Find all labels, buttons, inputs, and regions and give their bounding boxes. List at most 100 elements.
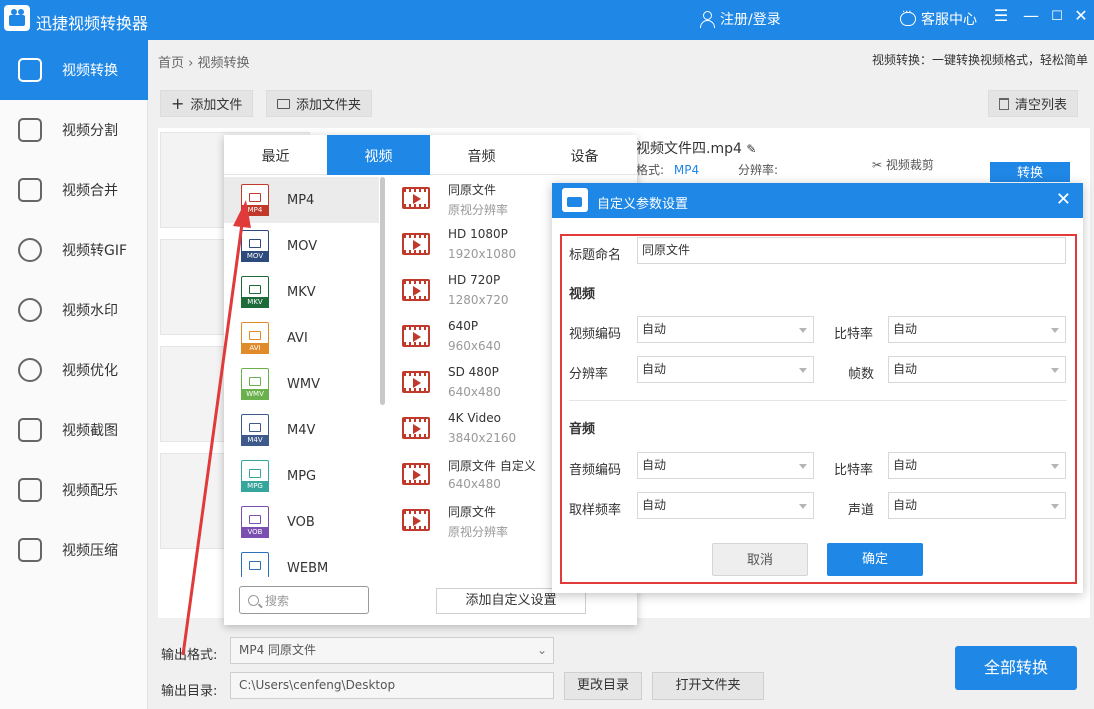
film-icon (402, 187, 430, 209)
format-label: MOV (287, 238, 318, 254)
tab-recent[interactable]: 最近 (224, 135, 327, 175)
sidebar-item-convert[interactable]: 视频转换 (0, 40, 148, 100)
audio-bitrate-select[interactable]: 自动 (888, 452, 1066, 479)
dialog-close-icon[interactable]: ✕ (1056, 189, 1071, 210)
breadcrumb-home[interactable]: 首页 (158, 56, 184, 71)
audio-bitrate-label: 比特率 (834, 463, 874, 478)
output-dir-label: 输出目录: (161, 684, 218, 699)
page-hint: 视频转换：一键转换视频格式，轻松简单 (871, 53, 1088, 67)
sample-rate-select[interactable]: 自动 (637, 492, 814, 519)
fps-select[interactable]: 自动 (888, 356, 1066, 383)
tab-audio[interactable]: 音频 (430, 135, 533, 175)
close-icon[interactable]: ✕ (1070, 6, 1092, 25)
format-label: MKV (287, 284, 316, 300)
video-bitrate-label: 比特率 (834, 327, 874, 342)
preset-name: 同原文件 (448, 183, 497, 197)
output-format-select[interactable]: MP4 同原文件 ⌄ (230, 637, 554, 664)
change-dir-button[interactable]: 更改目录 (564, 672, 642, 700)
format-item-mov[interactable]: MOV MOV (224, 223, 379, 269)
sidebar-item-split[interactable]: 视频分割 (0, 100, 148, 160)
preset-item[interactable]: HD 1080P 1920x1080 (400, 223, 560, 269)
open-folder-button[interactable]: 打开文件夹 (652, 672, 764, 700)
format-item-mpg[interactable]: MPG MPG (224, 453, 379, 499)
tab-device[interactable]: 设备 (533, 135, 636, 175)
preset-resolution: 1280x720 (448, 293, 509, 307)
sidebar-item-label: 视频转换 (62, 63, 118, 79)
format-list: MP4 MP4 MOV MOV MKV MKV AVI AVI WMV WMV … (224, 177, 382, 577)
title-name-input[interactable]: 同原文件 (637, 237, 1066, 264)
app-title: 迅捷视频转换器 (36, 14, 149, 33)
format-item-avi[interactable]: AVI AVI (224, 315, 379, 361)
sidebar-item-gif[interactable]: 视频转GIF (0, 220, 148, 280)
preset-name: 4K Video (448, 411, 501, 425)
output-dir-field[interactable]: C:\Users\cenfeng\Desktop (230, 672, 554, 699)
sidebar-item-compress[interactable]: 视频压缩 (0, 520, 148, 580)
format-item-mp4[interactable]: MP4 MP4 (224, 177, 379, 223)
convert-button[interactable]: 转换 (990, 162, 1070, 182)
format-tag: MP4 (241, 205, 269, 216)
file-name: 视频文件四.mp4 ✎ (636, 138, 756, 158)
preset-name: HD 720P (448, 273, 501, 287)
convert-all-button[interactable]: 全部转换 (955, 646, 1077, 690)
format-list-scrollbar[interactable] (380, 177, 385, 405)
login-link[interactable]: 注册/登录 (698, 9, 781, 29)
sidebar-item-merge[interactable]: 视频合并 (0, 160, 148, 220)
video-codec-select[interactable]: 自动 (637, 316, 814, 343)
customer-service-link[interactable]: 客服中心 (900, 7, 977, 29)
maximize-icon[interactable]: ☐ (1046, 9, 1068, 24)
cut-button[interactable]: ✂ 视频裁剪 (872, 156, 934, 173)
film-reel-icon (18, 358, 42, 382)
format-item-mkv[interactable]: MKV MKV (224, 269, 379, 315)
preset-resolution: 640x480 (448, 385, 501, 399)
video-bitrate-select[interactable]: 自动 (888, 316, 1066, 343)
ok-button[interactable]: 确定 (827, 543, 923, 576)
dialog-title: 自定义参数设置 (597, 197, 689, 212)
webm-file-icon (241, 552, 269, 577)
format-item-vob[interactable]: VOB VOB (224, 499, 379, 545)
sidebar-item-label: 视频压缩 (62, 543, 118, 559)
channel-select[interactable]: 自动 (888, 492, 1066, 519)
format-search-input[interactable]: 搜索 (239, 586, 369, 614)
edit-icon[interactable]: ✎ (746, 142, 756, 156)
format-label: AVI (287, 330, 308, 346)
m4v-file-icon: M4V (241, 414, 269, 446)
resolution-label: 分辨率 (569, 367, 609, 382)
preset-item[interactable]: 4K Video 3840x2160 (400, 407, 560, 453)
sidebar-item-music[interactable]: 视频配乐 (0, 460, 148, 520)
menu-icon[interactable]: ☰ (990, 6, 1012, 25)
output-format-label: 输出格式: (161, 648, 218, 663)
preset-item[interactable]: 同原文件 原视分辨率 (400, 499, 560, 545)
tab-video[interactable]: 视频 (327, 135, 430, 175)
resolution-select[interactable]: 自动 (637, 356, 814, 383)
format-item-m4v[interactable]: M4V M4V (224, 407, 379, 453)
sidebar-item-label: 视频合并 (62, 183, 118, 199)
sidebar-item-optimize[interactable]: 视频优化 (0, 340, 148, 400)
sidebar-item-watermark[interactable]: 视频水印 (0, 280, 148, 340)
preset-item[interactable]: 640P 960x640 (400, 315, 560, 361)
add-file-label: 添加文件 (190, 98, 243, 113)
format-tag: AVI (241, 343, 269, 354)
preset-item[interactable]: 同原文件 自定义 640x480 (400, 453, 560, 499)
format-item-webm[interactable]: WEBM (224, 545, 379, 577)
preset-item[interactable]: HD 720P 1280x720 (400, 269, 560, 315)
file-format: 格式: MP4 (636, 161, 699, 178)
sidebar-item-screenshot[interactable]: 视频截图 (0, 400, 148, 460)
preset-item[interactable]: 同原文件 原视分辨率 (400, 177, 560, 223)
chat-icon (900, 7, 916, 26)
sidebar: 视频转换 视频分割 视频合并 视频转GIF 视频水印 视频优化 视频截图 视频配… (0, 40, 148, 709)
minimize-icon[interactable]: — (1020, 6, 1042, 25)
add-folder-label: 添加文件夹 (296, 98, 362, 113)
format-item-wmv[interactable]: WMV WMV (224, 361, 379, 407)
add-file-button[interactable]: + 添加文件 (160, 90, 254, 117)
preset-item[interactable]: SD 480P 640x480 (400, 361, 560, 407)
sidebar-item-label: 视频配乐 (62, 483, 118, 499)
title-bar: 迅捷视频转换器 注册/登录 客服中心 ☰ — ☐ ✕ (0, 0, 1094, 40)
clear-list-button[interactable]: 清空列表 (988, 90, 1079, 117)
film-icon (402, 279, 430, 301)
format-label: WMV (287, 376, 320, 392)
format-tag: VOB (241, 527, 269, 538)
audio-codec-select[interactable]: 自动 (637, 452, 814, 479)
cancel-button[interactable]: 取消 (712, 543, 808, 576)
audio-section-heading: 音频 (569, 422, 596, 437)
add-folder-button[interactable]: 添加文件夹 (266, 90, 373, 117)
